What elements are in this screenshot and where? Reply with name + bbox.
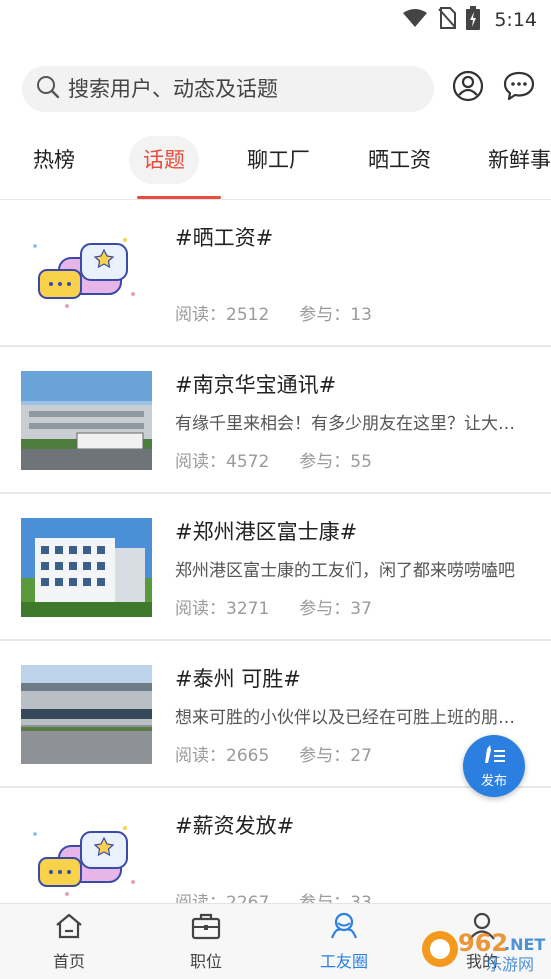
read-count: 阅读：2512	[175, 305, 270, 325]
read-count: 阅读：3271	[175, 599, 270, 619]
home-icon	[54, 912, 84, 944]
factory-building-thumbnail	[21, 371, 152, 470]
topic-item-nanjing-huabao[interactable]: #南京华宝通讯# 有缘千里来相会！有多少朋友在这里？让大家认识一下吧 阅读：45…	[0, 347, 551, 494]
chat-bubbles-thumbnail	[21, 812, 152, 903]
join-count: 参与：13	[299, 305, 372, 325]
nav-community[interactable]: 工友圈	[304, 912, 384, 972]
topic-item-zhengzhou-foxconn[interactable]: #郑州港区富士康# 郑州港区富士康的工友们，闲了都来唠唠嗑吧 阅读：3271 参与…	[0, 494, 551, 641]
topic-stats: 阅读：3271 参与：37	[175, 594, 372, 619]
user-circle-icon	[452, 70, 484, 106]
briefcase-icon	[191, 912, 221, 944]
topic-description: 郑州港区富士康的工友们，闲了都来唠唠嗑吧	[175, 561, 515, 581]
topic-stats: 阅读：2267 参与：33	[175, 888, 372, 903]
nav-home[interactable]: 首页	[29, 912, 109, 972]
search-row	[22, 66, 535, 112]
topic-title: #郑州港区富士康#	[175, 520, 358, 544]
factory-gate-thumbnail	[21, 665, 152, 764]
post-button[interactable]: 发布	[463, 735, 525, 797]
join-count: 参与：55	[299, 452, 372, 472]
tab-topics[interactable]: 话题	[129, 136, 199, 184]
join-count: 参与：33	[299, 893, 372, 903]
topic-title: #薪资发放#	[175, 814, 295, 838]
tab-salary[interactable]: 晒工资	[368, 136, 431, 184]
topic-stats: 阅读：4572 参与：55	[175, 447, 372, 472]
topic-item-salary[interactable]: #晒工资# 阅读：2512 参与：13	[0, 200, 551, 347]
tab-factory-chat[interactable]: 聊工厂	[247, 136, 310, 184]
battery-icon	[466, 6, 481, 34]
topic-item-salary-payment[interactable]: #薪资发放# 阅读：2267 参与：33	[0, 788, 551, 903]
topic-title: #泰州 可胜#	[175, 667, 301, 691]
read-count: 阅读：4572	[175, 452, 270, 472]
category-tabs: 热榜 话题 聊工厂 晒工资 新鲜事	[0, 132, 551, 200]
search-input[interactable]	[68, 77, 398, 101]
topic-title: #晒工资#	[175, 226, 274, 250]
profile-button[interactable]	[450, 70, 486, 106]
nav-jobs[interactable]: 职位	[166, 912, 246, 972]
topic-stats: 阅读：2665 参与：27	[175, 741, 372, 766]
search-icon	[36, 75, 60, 103]
post-button-label: 发布	[480, 774, 507, 789]
chat-bubbles-thumbnail	[21, 224, 152, 323]
join-count: 参与：27	[299, 746, 372, 766]
site-watermark: 962 .NET 乐游网	[418, 925, 548, 975]
topic-description: 想来可胜的小伙伴以及已经在可胜上班的朋友们	[175, 708, 525, 728]
join-count: 参与：37	[299, 599, 372, 619]
topic-list: #晒工资# 阅读：2512 参与：13 #南京华宝通讯# 有缘千里来相会！有多少朋…	[0, 200, 551, 903]
community-icon	[328, 912, 360, 944]
active-tab-indicator	[137, 196, 221, 199]
tab-news[interactable]: 新鲜事	[488, 136, 551, 184]
tab-hot[interactable]: 热榜	[33, 136, 75, 184]
wifi-icon	[402, 8, 428, 32]
nav-community-label: 工友圈	[319, 952, 368, 971]
white-building-thumbnail	[21, 518, 152, 617]
search-box[interactable]	[22, 66, 434, 112]
chat-bubble-icon	[502, 70, 536, 106]
svg-text:.NET: .NET	[504, 935, 545, 954]
nav-home-label: 首页	[52, 952, 85, 971]
svg-text:962: 962	[458, 929, 508, 957]
message-button[interactable]	[501, 70, 537, 106]
topic-stats: 阅读：2512 参与：13	[175, 300, 372, 325]
read-count: 阅读：2267	[175, 893, 270, 903]
status-bar: 5:14	[0, 0, 551, 40]
svg-text:乐游网: 乐游网	[486, 955, 534, 974]
read-count: 阅读：2665	[175, 746, 270, 766]
status-time: 5:14	[494, 9, 537, 31]
nav-jobs-label: 职位	[189, 952, 222, 971]
topic-description: 有缘千里来相会！有多少朋友在这里？让大家认识一下吧	[175, 414, 525, 434]
no-sim-icon	[438, 7, 457, 33]
pen-icon	[481, 743, 507, 769]
topic-title: #南京华宝通讯#	[175, 373, 337, 397]
